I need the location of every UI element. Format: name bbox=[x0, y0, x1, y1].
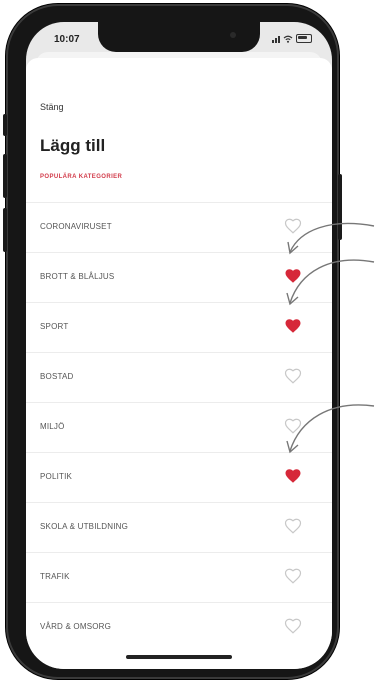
arrow-2 bbox=[286, 259, 375, 306]
signal-icon bbox=[272, 35, 280, 43]
arrow-3 bbox=[286, 404, 375, 454]
battery-icon bbox=[296, 34, 312, 43]
arrow-1 bbox=[287, 222, 375, 255]
annotation-arrows bbox=[286, 222, 375, 454]
notch bbox=[98, 22, 260, 52]
camera bbox=[230, 32, 236, 38]
wifi-icon bbox=[283, 35, 293, 43]
status-icons bbox=[272, 34, 312, 43]
status-time: 10:07 bbox=[54, 34, 80, 45]
